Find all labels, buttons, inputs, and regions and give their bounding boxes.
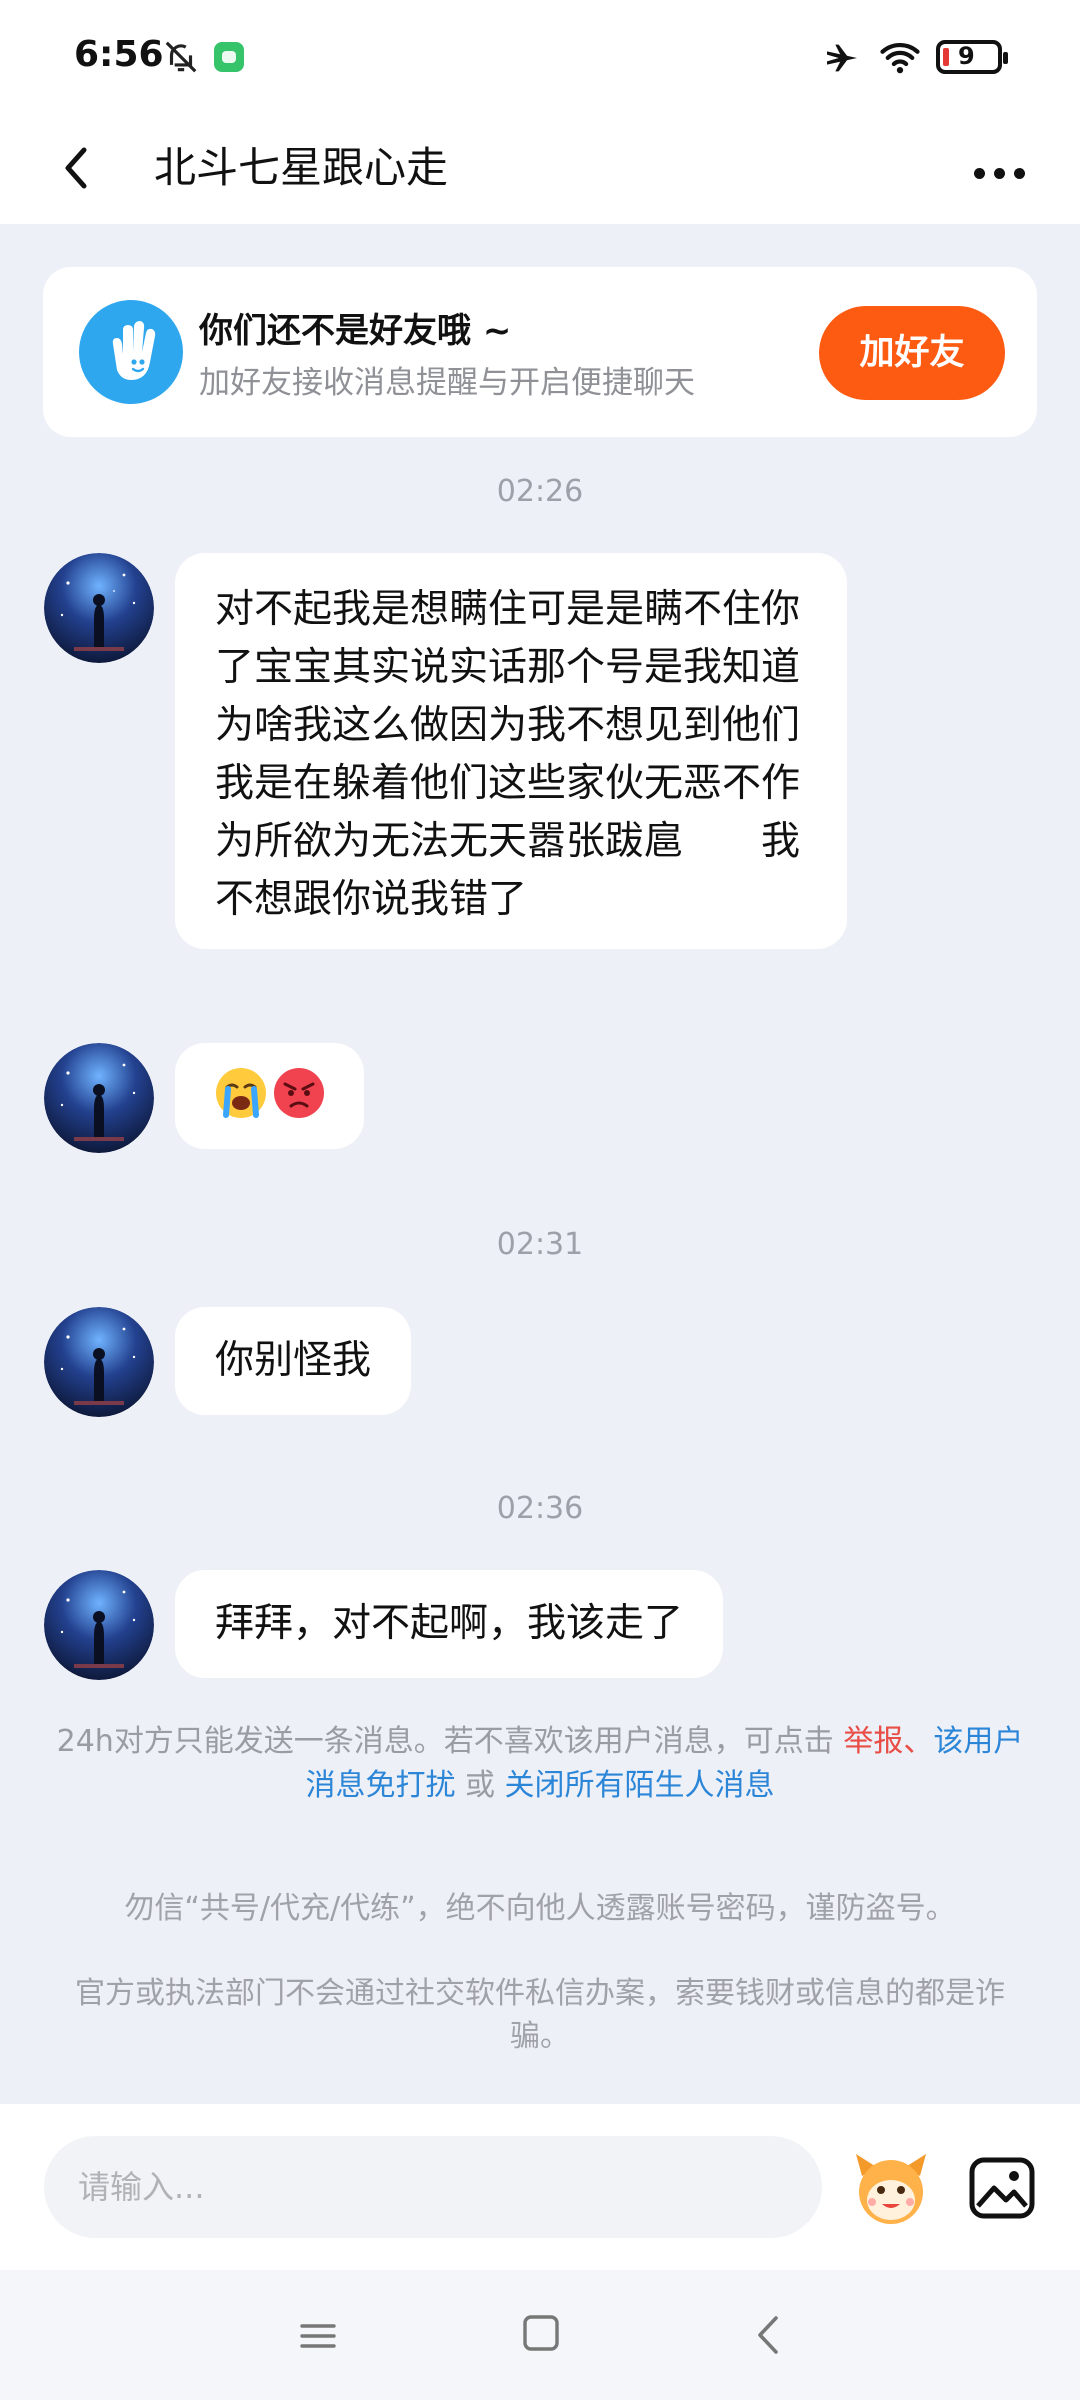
- wifi-icon: [880, 43, 920, 74]
- angry-face-icon: [273, 1067, 325, 1119]
- input-bar: [0, 2104, 1080, 2270]
- message-timestamp: 02:26: [496, 474, 584, 509]
- battery-percent: 9: [958, 42, 975, 70]
- avatar[interactable]: [44, 553, 154, 663]
- menu-icon[interactable]: [296, 2314, 340, 2358]
- add-friend-button[interactable]: 加好友: [819, 306, 1005, 400]
- not-friends-subtitle: 加好友接收消息提醒与开启便捷聊天: [199, 365, 695, 401]
- avatar[interactable]: [44, 1570, 154, 1680]
- chat-title: 北斗七星跟心走: [154, 143, 449, 192]
- stranger-message-notice: 24h对方只能发送一条消息。若不喜欢该用户消息，可点击 举报、该用户消息免打扰 …: [50, 1720, 1030, 1808]
- avatar[interactable]: [44, 1043, 154, 1153]
- system-navigation-bar: [0, 2270, 1080, 2400]
- app-notification-icon: [214, 42, 244, 72]
- message-text: 拜拜，对不起啊，我该走了: [215, 1601, 684, 1646]
- nav-back-icon[interactable]: [748, 2310, 788, 2360]
- battery-level: [943, 48, 949, 66]
- notice-text: 24h对方只能发送一条消息。若不喜欢该用户消息，可点击: [56, 1724, 844, 1759]
- loudly-crying-face-icon: [215, 1067, 267, 1119]
- battery-icon: 9: [936, 40, 1008, 74]
- message-timestamp: 02:36: [496, 1491, 584, 1526]
- security-warning: 勿信“共号/代充/代练”，绝不向他人透露账号密码，谨防盗号。: [124, 1891, 956, 1926]
- back-button[interactable]: [48, 128, 108, 208]
- wave-hand-icon: [79, 300, 183, 404]
- more-options-button[interactable]: [970, 142, 1030, 202]
- report-link[interactable]: 举报: [843, 1724, 903, 1759]
- home-icon[interactable]: [520, 2312, 562, 2354]
- message-bubble[interactable]: [175, 1043, 364, 1149]
- not-friends-title: 你们还不是好友哦 ~: [199, 311, 512, 351]
- fraud-warning: 官方或执法部门不会通过社交软件私信办案，索要钱财或信息的都是诈骗。: [75, 1976, 1005, 2054]
- close-stranger-messages-link[interactable]: 关闭所有陌生人消息: [505, 1768, 775, 1803]
- image-picker-icon[interactable]: [966, 2152, 1038, 2224]
- message-bubble[interactable]: 对不起我是想瞒住可是是瞒不住你了宝宝其实说实话那个号是我知道为啥我这么做因为我不…: [175, 553, 847, 949]
- airplane-mode-icon: [827, 44, 857, 72]
- emoji-button[interactable]: [848, 2146, 934, 2232]
- bell-off-icon: [165, 41, 197, 73]
- message-bubble[interactable]: 拜拜，对不起啊，我该走了: [175, 1570, 724, 1678]
- message-timestamp: 02:31: [496, 1227, 584, 1262]
- message-text: 对不起我是想瞒住可是是瞒不住你了宝宝其实说实话那个号是我知道为啥我这么做因为我不…: [215, 587, 801, 922]
- chat-header: 北斗七星跟心走: [0, 120, 1080, 224]
- add-friend-card: 你们还不是好友哦 ~ 加好友接收消息提醒与开启便捷聊天 加好友: [43, 267, 1037, 437]
- avatar[interactable]: [44, 1307, 154, 1417]
- notice-separator: 、: [903, 1724, 934, 1759]
- status-time: 6:56: [74, 34, 164, 75]
- status-bar: 6:56 9: [0, 0, 1080, 120]
- message-bubble[interactable]: 你别怪我: [175, 1307, 412, 1415]
- message-text: 你别怪我: [215, 1338, 372, 1383]
- notice-or: 或: [455, 1768, 505, 1803]
- message-input[interactable]: [44, 2136, 822, 2238]
